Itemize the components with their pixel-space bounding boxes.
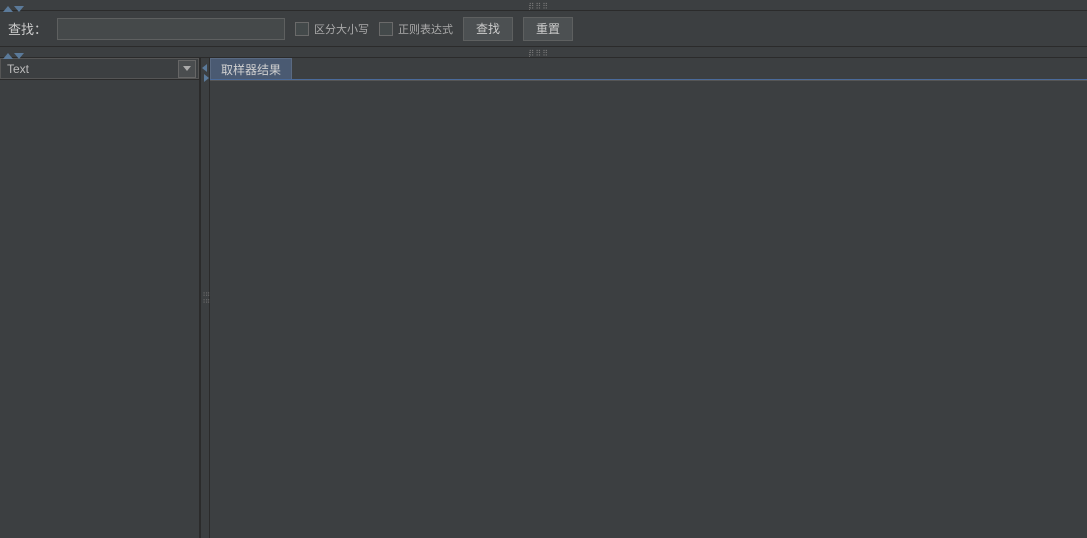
- tab-sampler-result[interactable]: 取样器结果: [210, 58, 292, 79]
- dropdown-arrow-button[interactable]: [178, 60, 196, 78]
- dropdown-row: Text: [0, 58, 199, 80]
- reset-button[interactable]: 重置: [523, 17, 573, 41]
- dropdown-value: Text: [7, 62, 29, 76]
- top-grip-bar-2[interactable]: ⠿⠿⠿: [0, 47, 1087, 58]
- search-label: 查找：: [8, 19, 47, 38]
- top-grip-bar-1[interactable]: ⠿⠿⠿: [0, 0, 1087, 11]
- triangle-up-icon: [3, 53, 13, 59]
- regex-label: 正则表达式: [398, 21, 453, 37]
- regex-checkbox[interactable]: 正则表达式: [379, 21, 453, 37]
- checkbox-icon: [295, 22, 309, 36]
- chevron-down-icon: [183, 66, 191, 71]
- search-input[interactable]: [57, 18, 285, 40]
- result-content-area[interactable]: [210, 80, 1087, 538]
- format-dropdown[interactable]: Text: [0, 58, 199, 79]
- splitter-arrows[interactable]: [201, 64, 211, 82]
- main-area: Text ⠿⠿ 取样器结果: [0, 58, 1087, 538]
- collapse-arrows[interactable]: [3, 1, 24, 15]
- case-sensitive-label: 区分大小写: [314, 21, 369, 37]
- search-bar: 查找： 区分大小写 正则表达式 查找 重置: [0, 11, 1087, 47]
- tab-row: 取样器结果: [210, 58, 1087, 80]
- drag-handle-icon[interactable]: ⠿⠿⠿: [529, 3, 559, 8]
- triangle-left-icon: [202, 64, 207, 72]
- checkbox-icon: [379, 22, 393, 36]
- triangle-down-icon: [14, 53, 24, 59]
- search-button[interactable]: 查找: [463, 17, 513, 41]
- triangle-right-icon: [204, 74, 209, 82]
- splitter-handle-icon: ⠿⠿: [203, 291, 207, 305]
- triangle-down-icon: [14, 6, 24, 12]
- case-sensitive-checkbox[interactable]: 区分大小写: [295, 21, 369, 37]
- results-tree[interactable]: [0, 80, 199, 538]
- tab-label: 取样器结果: [221, 61, 281, 78]
- drag-handle-icon[interactable]: ⠿⠿⠿: [529, 50, 559, 55]
- triangle-up-icon: [3, 6, 13, 12]
- vertical-splitter[interactable]: ⠿⠿: [200, 58, 210, 538]
- right-panel: 取样器结果: [210, 58, 1087, 538]
- left-panel: Text: [0, 58, 200, 538]
- collapse-arrows[interactable]: [3, 48, 24, 62]
